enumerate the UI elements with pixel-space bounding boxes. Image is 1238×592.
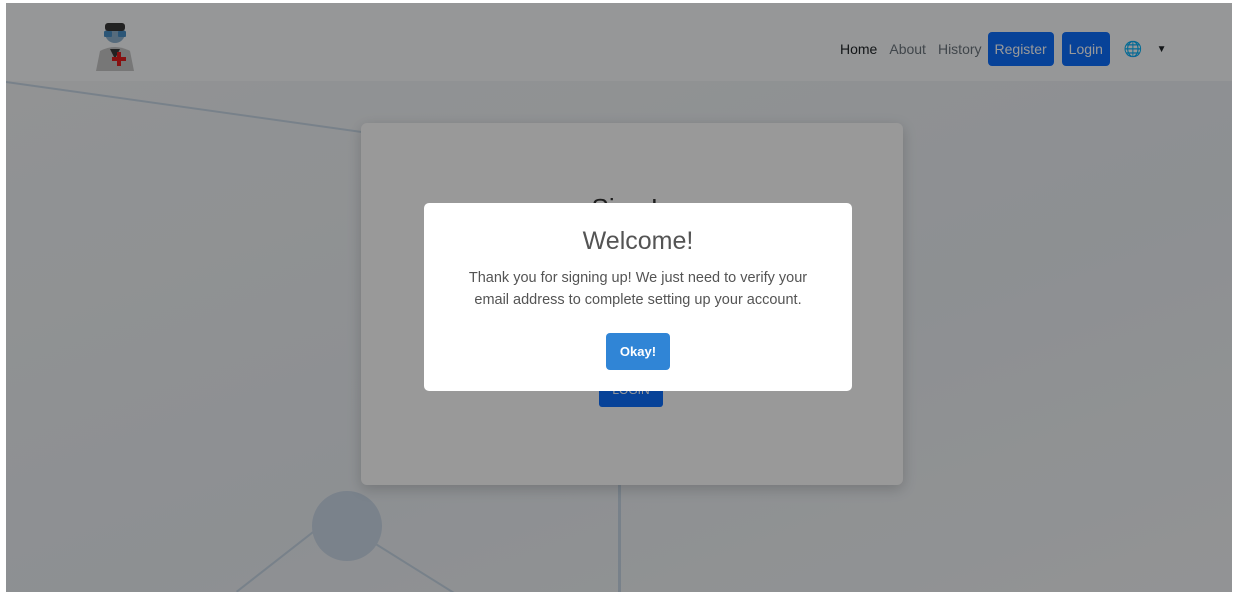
welcome-modal: Welcome! Thank you for signing up! We ju… bbox=[424, 203, 852, 391]
okay-button[interactable]: Okay! bbox=[606, 333, 670, 370]
modal-title: Welcome! bbox=[582, 227, 694, 255]
page: Home About History Register Login 🌐 ▼ Si… bbox=[6, 3, 1232, 592]
modal-message: Thank you for signing up! We just need t… bbox=[468, 270, 808, 308]
